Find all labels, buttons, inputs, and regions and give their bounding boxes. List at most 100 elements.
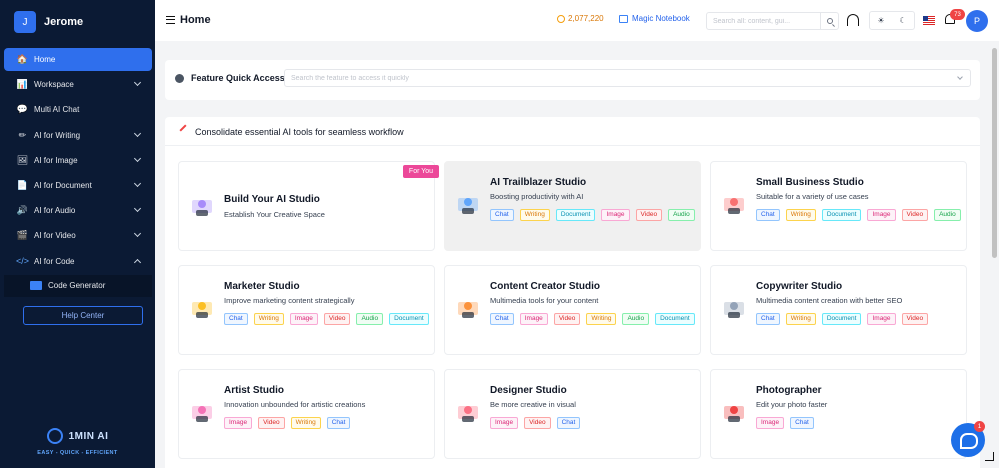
chevron-down-icon — [133, 129, 142, 137]
studio-card-tags: Chat Writing Image Video Audio Document — [224, 313, 429, 325]
studio-card-tags: Image Video Writing Chat — [224, 417, 429, 429]
chevron-down-icon — [133, 154, 142, 162]
marketer-icon — [189, 296, 215, 322]
sidebar-item-label: AI for Audio — [34, 206, 76, 216]
tag-writing: Writing — [253, 313, 284, 325]
tag-video: Video — [258, 417, 285, 429]
studio-card-description: Be more creative in visual — [490, 400, 576, 409]
studio-card-tags: Chat Image Video Writing Audio Document — [490, 313, 695, 325]
studio-card-title: Artist Studio — [224, 385, 284, 396]
sidebar-subitem-code-generator[interactable]: Code Generator — [4, 274, 152, 297]
notification-badge: 73 — [950, 9, 965, 20]
tag-document: Document — [555, 209, 596, 221]
studio-card-description: Multimedia tools for your content — [490, 296, 599, 305]
sidebar-item-ai-code[interactable]: </> AI for Code — [4, 250, 152, 273]
chevron-down-icon — [133, 79, 142, 87]
chevron-down-icon — [133, 205, 142, 213]
light-mode-icon[interactable]: ☀ — [870, 12, 892, 29]
studio-card-tags: Chat Writing Document Image Video Audio — [490, 209, 695, 221]
studio-card[interactable]: Build Your AI Studio Establish Your Creat… — [178, 161, 435, 251]
resize-icon[interactable] — [985, 452, 994, 461]
tag-audio: Audio — [356, 313, 384, 325]
sidebar-item-label: Multi AI Chat — [34, 105, 80, 115]
sidebar-item-ai-audio[interactable]: 🔊 AI for Audio — [4, 199, 152, 222]
global-search — [706, 12, 839, 30]
brand: J Jerome — [0, 0, 155, 44]
top-header: Home 2,077,220 Magic Notebook ☀ ☾ 73 P — [155, 0, 999, 41]
feature-select[interactable] — [284, 69, 971, 87]
notebook-icon — [619, 14, 628, 23]
us-flag-icon[interactable] — [923, 16, 935, 25]
tag-chat: Chat — [756, 313, 780, 325]
user-avatar[interactable]: P — [966, 10, 988, 32]
sidebar-item-label: AI for Writing — [34, 130, 81, 140]
search-input[interactable] — [707, 13, 821, 29]
pencil-icon: ✏ — [18, 129, 27, 140]
workspace-avatar[interactable]: J — [14, 11, 36, 33]
studio-card[interactable]: AI Trailblazer Studio Boosting productivi… — [444, 161, 701, 251]
tag-document: Document — [821, 209, 862, 221]
studio-card-tags: Image Chat — [756, 417, 961, 429]
help-center-button[interactable]: Help Center — [23, 306, 143, 325]
sidebar-item-label: Code Generator — [48, 281, 106, 291]
menu-icon[interactable] — [166, 16, 175, 24]
sidebar-item-ai-document[interactable]: 📄 AI for Document — [4, 174, 152, 197]
studio-card-title: Photographer — [756, 385, 822, 396]
search-button[interactable] — [820, 13, 838, 29]
tag-image: Image — [289, 313, 318, 325]
feature-search-input[interactable] — [285, 70, 945, 86]
chat-badge: 1 — [974, 421, 985, 432]
tag-video: Video — [553, 313, 581, 325]
studio-card[interactable]: Photographer Edit your photo faster Image C… — [710, 369, 967, 459]
dark-mode-icon[interactable]: ☾ — [892, 12, 914, 29]
sidebar-item-ai-video[interactable]: 🎬 AI for Video — [4, 224, 152, 247]
studio-card-tags: Chat Writing Document Image Video — [756, 313, 961, 325]
artist-icon — [189, 400, 215, 426]
studio-card[interactable]: Content Creator Studio Multimedia tools f… — [444, 265, 701, 355]
sidebar-item-home[interactable]: 🏠 Home — [4, 48, 152, 71]
sidebar-item-multi-ai-chat[interactable]: 💬 Multi AI Chat — [4, 98, 152, 121]
studio-card-description: Establish Your Creative Space — [224, 210, 325, 219]
workspace-name[interactable]: Jerome — [44, 16, 83, 28]
studio-card[interactable]: Designer Studio Be more creative in visua… — [444, 369, 701, 459]
tag-writing: Writing — [785, 313, 816, 325]
tag-video: Video — [901, 209, 929, 221]
sidebar: J Jerome 🏠 Home 📊 Workspace 💬 Multi AI C… — [0, 0, 155, 468]
chat-icon: 💬 — [16, 104, 29, 115]
designer-icon — [455, 400, 481, 426]
tag-image: Image — [867, 209, 896, 221]
document-icon: 📄 — [16, 179, 29, 190]
sidebar-item-label: AI for Video — [34, 231, 76, 241]
photographer-icon — [721, 400, 747, 426]
studio-card-title: Small Business Studio — [756, 177, 864, 188]
magic-notebook-button[interactable]: Magic Notebook — [619, 14, 690, 23]
studio-card[interactable]: Marketer Studio Improve marketing content… — [178, 265, 435, 355]
studio-card-description: Boosting productivity with AI — [490, 192, 584, 201]
tag-writing: Writing — [586, 313, 617, 325]
sidebar-item-workspace[interactable]: 📊 Workspace — [4, 73, 152, 96]
studio-card[interactable]: Copywriter Studio Multimedia content crea… — [710, 265, 967, 355]
magic-wand-icon — [179, 124, 187, 132]
studio-card-title: Build Your AI Studio — [224, 194, 320, 205]
logo-text: 1MIN AI — [68, 430, 109, 442]
sidebar-item-ai-image[interactable]: 🖼 AI for Image — [4, 149, 152, 172]
tag-video: Video — [323, 313, 351, 325]
quick-access-icon — [175, 74, 184, 83]
chevron-down-icon — [133, 230, 142, 238]
tag-chat: Chat — [490, 313, 514, 325]
tag-image: Image — [519, 313, 548, 325]
tag-chat: Chat — [756, 209, 780, 221]
quick-access-title: Feature Quick Access — [191, 73, 285, 83]
logo-mark-icon — [46, 428, 63, 444]
studio-card-title: Designer Studio — [490, 385, 567, 396]
trailblazer-icon — [455, 192, 481, 218]
studio-card[interactable]: Small Business Studio Suitable for a vari… — [710, 161, 967, 251]
tag-writing: Writing — [785, 209, 816, 221]
sidebar-item-ai-writing[interactable]: ✏ AI for Writing — [4, 124, 152, 147]
headset-icon[interactable] — [847, 14, 859, 26]
studio-card-title: Content Creator Studio — [490, 281, 600, 292]
studio-card[interactable]: Artist Studio Innovation unbounded for ar… — [178, 369, 435, 459]
scrollbar-thumb[interactable] — [992, 48, 997, 258]
credits-balance[interactable]: 2,077,220 — [557, 14, 604, 23]
tag-image: Image — [756, 417, 785, 429]
